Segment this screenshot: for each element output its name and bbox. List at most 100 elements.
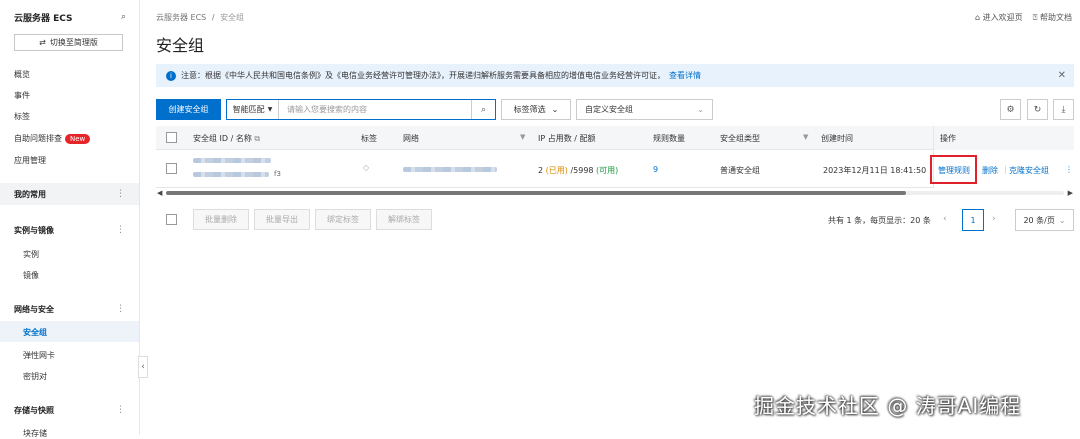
select-all-checkbox[interactable] — [166, 132, 177, 143]
sidebar-group-storage[interactable]: 存储与快照 ⋮ — [0, 399, 139, 421]
batch-export-button[interactable]: 批量导出 — [254, 209, 310, 230]
sidebar: 云服务器 ECS ⌕ ⇄ 切换至简理版 概览 事件 标签 自助问题排查 New 应… — [0, 0, 140, 438]
divider: | — [1004, 165, 1007, 174]
breadcrumb: 云服务器 ECS / 安全组 — [156, 12, 244, 23]
switch-mode-label: 切换至简理版 — [49, 38, 98, 47]
chevron-left-icon: ‹ — [141, 362, 145, 372]
page-size-select[interactable]: 20 条/页 ⌄ — [1015, 209, 1074, 231]
sidebar-item-tags[interactable]: 标签 — [14, 111, 30, 122]
sidebar-item-block-storage[interactable]: 块存储 — [23, 428, 47, 439]
unbind-tags-button[interactable]: 解绑标签 — [376, 209, 432, 230]
sidebar-item-overview[interactable]: 概览 — [14, 69, 30, 80]
security-group-name-redacted — [193, 172, 269, 177]
sidebar-item-label: 自助问题排查 — [14, 134, 62, 143]
pagination-summary: 共有 1 条，每页显示：20 条 — [828, 216, 931, 225]
breadcrumb-root[interactable]: 云服务器 ECS — [156, 13, 206, 22]
sidebar-item-app-manage[interactable]: 应用管理 — [14, 155, 46, 166]
group-type: 普通安全组 — [720, 166, 760, 175]
col-rules: 规则数量 — [653, 134, 685, 143]
filter-icon[interactable]: ▼ — [520, 133, 525, 141]
scroll-left-icon[interactable]: ◀ — [157, 189, 162, 197]
notice-link[interactable]: 查看详情 — [669, 70, 701, 81]
search-icon[interactable]: ⌕ — [471, 100, 495, 119]
refresh-icon[interactable]: ↻ — [1027, 99, 1048, 120]
filter-icon[interactable]: ▼ — [803, 133, 808, 141]
table-row: f3 ◇ 2 (已用) /5998 (可用) 9 普通安全组 2023年12月1… — [156, 150, 1074, 188]
create-security-group-button[interactable]: 创建安全组 — [156, 99, 221, 120]
more-icon[interactable]: ⋮ — [1065, 165, 1073, 174]
copy-icon[interactable]: ⧉ — [254, 134, 260, 143]
col-tags: 标签 — [361, 134, 377, 143]
sidebar-group-favorites[interactable]: 我的常用 ⋮ — [0, 183, 139, 205]
swap-icon: ⇄ — [39, 38, 46, 47]
help-icon: ⍰ — [1032, 13, 1038, 22]
group-label: 网络与安全 — [14, 304, 54, 314]
page-size-label: 20 条/页 — [1023, 215, 1055, 225]
sidebar-item-events[interactable]: 事件 — [14, 90, 30, 101]
table-header: 安全组 ID / 名称 ⧉ 标签 网络 ▼ IP 占用数 / 配额 规则数量 安… — [156, 126, 1074, 150]
sidebar-header: 云服务器 ECS ⌕ — [14, 10, 126, 24]
group-label: 我的常用 — [14, 189, 46, 199]
custom-security-group-select[interactable]: 自定义安全组 ⌄ — [576, 99, 713, 120]
horizontal-scrollbar[interactable]: ◀ ▶ — [156, 189, 1074, 197]
created-time: 2023年12月11日 18:41:50 — [823, 166, 927, 175]
new-badge: New — [65, 134, 91, 144]
clone-security-group-link[interactable]: 克隆安全组 — [1009, 165, 1049, 176]
custom-select-label: 自定义安全组 — [585, 105, 633, 114]
search-mode-label: 智能匹配 — [232, 105, 265, 114]
network-redacted[interactable] — [403, 167, 497, 172]
more-icon[interactable]: ⋮ — [116, 304, 125, 314]
select-all-checkbox-bottom[interactable] — [166, 214, 177, 225]
search-icon[interactable]: ⌕ — [121, 12, 126, 22]
scroll-thumb[interactable] — [166, 191, 906, 195]
search-mode-select[interactable]: 智能匹配 ▼ — [227, 100, 279, 119]
sidebar-item-security-group[interactable]: 安全组 — [23, 327, 47, 338]
sidebar-item-troubleshoot[interactable]: 自助问题排查 New — [14, 133, 91, 144]
sidebar-item-keypair[interactable]: 密钥对 — [23, 371, 47, 382]
ip-used-tag: (已用) — [545, 166, 568, 175]
scroll-right-icon[interactable]: ▶ — [1068, 189, 1073, 197]
col-id-name: 安全组 ID / 名称 ⧉ — [193, 133, 260, 144]
help-link-label: 帮助文档 — [1040, 13, 1072, 22]
next-page-icon[interactable]: › — [992, 214, 996, 224]
sidebar-item-instance[interactable]: 实例 — [23, 249, 39, 260]
col-actions-cell: 操作 — [933, 126, 1074, 150]
notice-text: 注意：根据《中华人民共和国电信条例》及《电信业务经营许可管理办法》，开展递归解析… — [181, 71, 665, 80]
col-actions: 操作 — [940, 134, 956, 143]
sidebar-group-instances[interactable]: 实例与镜像 ⋮ — [0, 219, 139, 241]
search-input[interactable] — [279, 100, 471, 119]
row-checkbox[interactable] — [166, 163, 177, 174]
security-group-id-redacted[interactable] — [193, 158, 271, 163]
rule-count-link[interactable]: 9 — [653, 165, 658, 174]
chevron-down-icon: ⌄ — [551, 105, 559, 114]
sidebar-item-image[interactable]: 镜像 — [23, 270, 39, 281]
close-icon[interactable]: ✕ — [1058, 70, 1066, 81]
sidebar-group-network[interactable]: 网络与安全 ⋮ — [0, 298, 139, 320]
welcome-link[interactable]: ⌂ 进入欢迎页 — [975, 12, 1023, 23]
current-page-button[interactable]: 1 — [962, 209, 984, 231]
bind-tags-button[interactable]: 绑定标签 — [315, 209, 371, 230]
prev-page-icon[interactable]: ‹ — [943, 214, 947, 224]
batch-delete-button[interactable]: 批量删除 — [193, 209, 249, 230]
tag-filter-select[interactable]: 标签筛选 ⌄ — [501, 99, 571, 120]
sidebar-item-eni[interactable]: 弹性网卡 — [23, 350, 55, 361]
breadcrumb-current: 安全组 — [220, 13, 245, 22]
top-links: ⌂ 进入欢迎页 ⍰ 帮助文档 — [975, 12, 1072, 23]
switch-mode-button[interactable]: ⇄ 切换至简理版 — [14, 34, 123, 51]
watermark: 掘金技术社区 @ 涛哥AI编程 — [754, 394, 1022, 418]
collapse-sidebar-button[interactable]: ‹ — [138, 356, 148, 378]
tag-icon[interactable]: ◇ — [363, 163, 369, 172]
col-label: 安全组 ID / 名称 — [193, 134, 252, 143]
group-label: 存储与快照 — [14, 405, 54, 415]
settings-icon[interactable]: ⚙ — [1000, 99, 1021, 120]
more-icon[interactable]: ⋮ — [116, 225, 125, 235]
help-link[interactable]: ⍰ 帮助文档 — [1033, 12, 1072, 23]
delete-link[interactable]: 删除 — [982, 165, 998, 176]
info-icon: i — [166, 70, 176, 81]
col-type: 安全组类型 — [720, 134, 760, 143]
ip-usage: 2 (已用) /5998 (可用) — [538, 165, 618, 176]
more-icon[interactable]: ⋮ — [116, 189, 125, 199]
download-icon[interactable]: ⤓ — [1053, 99, 1074, 120]
more-icon[interactable]: ⋮ — [116, 405, 125, 415]
ip-quota: /5998 — [570, 166, 594, 175]
